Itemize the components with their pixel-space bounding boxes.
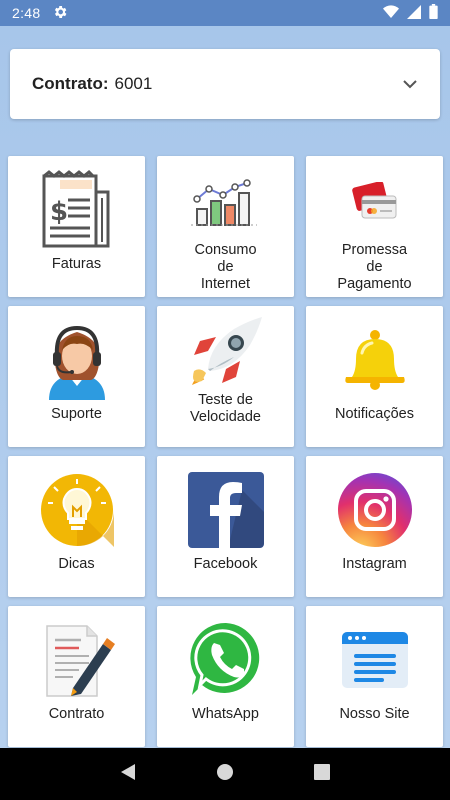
tile-teste-velocidade[interactable]: Teste de Velocidade [157, 306, 294, 447]
battery-icon [429, 4, 438, 22]
chart-icon [186, 170, 266, 236]
tile-label: WhatsApp [192, 706, 259, 722]
bell-icon [335, 320, 415, 400]
tile-label: Contrato [48, 706, 105, 722]
contract-value: 6001 [114, 74, 153, 93]
tile-label: Promessa de Pagamento [337, 242, 412, 292]
tile-label: Dicas [58, 556, 95, 572]
tile-nosso-site[interactable]: Nosso Site [306, 606, 443, 747]
website-icon [335, 620, 415, 700]
menu-grid: $ Faturas Consumo de Internet Promessa d… [8, 156, 443, 747]
tile-whatsapp[interactable]: WhatsApp [157, 606, 294, 747]
tile-facebook[interactable]: Facebook [157, 456, 294, 597]
tile-label: Nosso Site [339, 706, 410, 722]
tile-contrato[interactable]: Contrato [8, 606, 145, 747]
tile-instagram[interactable]: Instagram [306, 456, 443, 597]
tile-label: Notificações [335, 406, 414, 422]
recents-icon[interactable] [314, 763, 330, 785]
tile-suporte[interactable]: Suporte [8, 306, 145, 447]
tile-label: Faturas [51, 256, 102, 272]
instagram-icon [335, 470, 415, 550]
chevron-down-icon[interactable] [402, 74, 418, 94]
tile-consumo-internet[interactable]: Consumo de Internet [157, 156, 294, 297]
tile-promessa-pagamento[interactable]: Promessa de Pagamento [306, 156, 443, 297]
settings-icon [52, 4, 68, 23]
whatsapp-icon [186, 620, 266, 700]
cards-icon [335, 170, 415, 236]
tile-label: Consumo de Internet [194, 242, 257, 292]
rocket-icon [186, 317, 266, 386]
home-icon[interactable] [216, 763, 234, 786]
contract-label: Contrato: [32, 74, 109, 93]
document-pen-icon [37, 620, 117, 700]
back-icon[interactable] [120, 763, 136, 786]
tile-notificacoes[interactable]: Notificações [306, 306, 443, 447]
contract-selector[interactable]: Contrato: 6001 [10, 49, 440, 119]
tile-dicas[interactable]: Dicas [8, 456, 145, 597]
tile-label: Teste de Velocidade [190, 392, 261, 425]
svg-text:$: $ [50, 197, 68, 227]
status-time: 2:48 [12, 5, 41, 21]
tile-label: Instagram [342, 556, 407, 572]
tile-label: Facebook [193, 556, 258, 572]
tile-faturas[interactable]: $ Faturas [8, 156, 145, 297]
tile-label: Suporte [51, 406, 102, 422]
facebook-icon [186, 470, 266, 550]
wifi-icon [383, 4, 399, 22]
navigation-bar [0, 748, 450, 800]
lightbulb-icon [37, 470, 117, 550]
invoice-icon: $ [37, 170, 117, 250]
status-bar: 2:48 [0, 0, 450, 26]
support-agent-icon [37, 320, 117, 400]
signal-icon [407, 4, 421, 22]
